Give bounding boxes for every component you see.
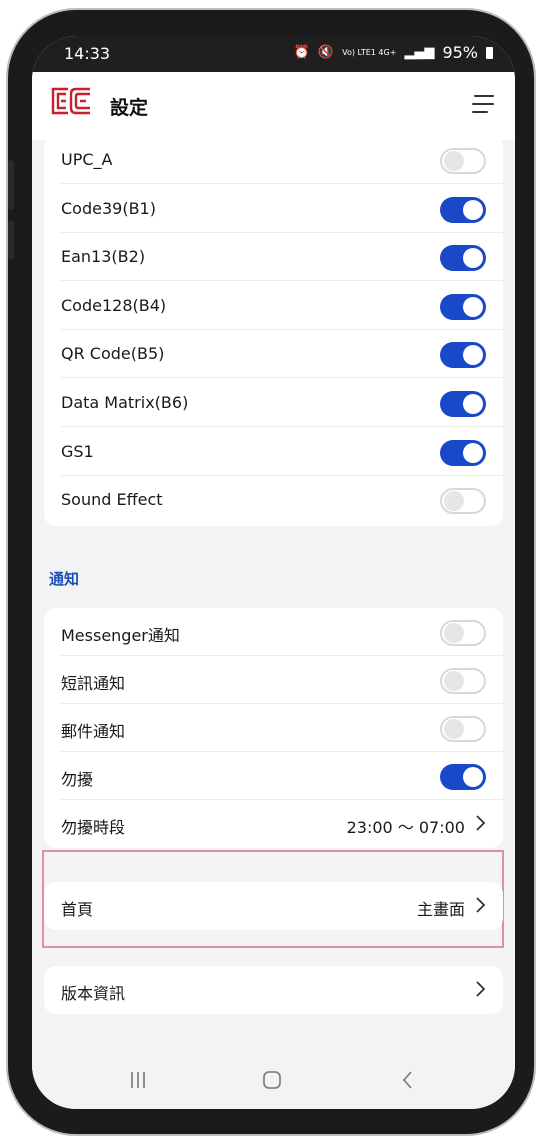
status-time: 14:33 [64, 44, 111, 63]
signal-icon: ▂▄▆ [404, 45, 435, 60]
setting-row-3[interactable]: 勿擾 [44, 752, 503, 800]
toggle-switch[interactable] [440, 620, 486, 646]
toggle-knob [463, 394, 483, 414]
setting-label: Sound Effect [61, 490, 163, 510]
chevron-right-icon [476, 897, 486, 913]
menu-icon[interactable] [469, 90, 497, 118]
toggle-switch[interactable] [440, 488, 486, 515]
toggle-knob [463, 248, 483, 269]
toggle-switch[interactable] [440, 245, 486, 272]
system-nav-bar [32, 1051, 515, 1109]
volume-button [8, 160, 14, 210]
barcode-settings-card: UPC_A Code39(B1) Ean13(B2) Code128(B4) QR Co… [44, 136, 503, 526]
setting-row-gs1[interactable]: GS1 [44, 428, 503, 476]
setting-row-messenger[interactable]: Messenger通知 [44, 608, 503, 656]
setting-row-upc-a[interactable]: UPC_A [44, 136, 503, 184]
alarm-icon: ⏰ [293, 45, 310, 60]
setting-label: 郵件通知 [61, 722, 126, 741]
page-title: 設定 [110, 97, 149, 119]
dnd-period-label: 勿擾時段 [61, 818, 126, 837]
dnd-period-value: 23:00 ～ 07:00 [346, 818, 465, 837]
version-info-card[interactable]: 版本資訊 [44, 966, 503, 1014]
setting-row-data-matrix-b6[interactable]: Data Matrix(B6) [44, 379, 503, 427]
toggle-knob [444, 623, 464, 643]
toggle-switch[interactable] [440, 716, 486, 742]
setting-row-code39-b1[interactable]: Code39(B1) [44, 185, 503, 233]
mute-icon: 🔇 [317, 45, 335, 60]
toggle-knob [444, 151, 464, 171]
toggle-switch[interactable] [440, 293, 486, 320]
toggle-knob [444, 491, 464, 512]
toggle-switch[interactable] [440, 668, 486, 694]
setting-label: Messenger通知 [61, 626, 180, 645]
setting-label: QR Code(B5) [61, 344, 165, 364]
toggle-switch[interactable] [440, 342, 486, 369]
notification-settings-card: Messenger通知 短訊通知郵件通知勿擾勿擾時段 23:00 ～ 07:00 [44, 608, 503, 848]
home-page-label: 首頁 [61, 900, 94, 919]
setting-row-2[interactable]: 郵件通知 [44, 704, 503, 752]
home-page-card[interactable]: 首頁 主畫面 [44, 882, 503, 930]
notifications-section-title: 通知 [49, 570, 80, 588]
status-bar: 14:33 ⏰ 🔇 Vo) LTE1 4G+ ▂▄▆ 95% [32, 36, 515, 72]
setting-label: Ean13(B2) [61, 247, 146, 267]
chevron-right-icon [476, 815, 486, 831]
app-bar: 設定 [32, 72, 515, 140]
toggle-knob [463, 767, 483, 787]
toggle-knob [463, 296, 483, 317]
toggle-knob [444, 719, 464, 739]
signal-text: Vo) LTE1 4G+ [342, 48, 397, 57]
settings-content: UPC_A Code39(B1) Ean13(B2) Code128(B4) QR Co… [32, 136, 515, 1040]
version-info-label: 版本資訊 [61, 984, 126, 1003]
setting-row-1[interactable]: 短訊通知 [44, 656, 503, 704]
battery-icon [486, 46, 493, 59]
setting-label: UPC_A [61, 150, 113, 169]
toggle-switch[interactable] [440, 439, 486, 466]
battery-level: 95% [442, 43, 478, 62]
setting-label: 勿擾 [61, 770, 94, 789]
recent-apps-icon[interactable] [126, 1069, 150, 1091]
setting-label: Code39(B1) [61, 198, 156, 218]
dnd-period-row[interactable]: 勿擾時段 23:00 ～ 07:00 [44, 800, 503, 848]
toggle-switch[interactable] [440, 391, 486, 417]
setting-label: 短訊通知 [61, 674, 126, 693]
setting-row-sound-effect[interactable]: Sound Effect [44, 476, 503, 524]
status-icons: ⏰ 🔇 Vo) LTE1 4G+ ▂▄▆ 95% [294, 43, 493, 62]
toggle-knob [463, 199, 483, 220]
back-icon[interactable] [396, 1069, 420, 1091]
setting-row-ean13-b2[interactable]: Ean13(B2) [44, 233, 503, 282]
toggle-knob [463, 345, 483, 366]
toggle-knob [463, 442, 483, 463]
setting-row-code128-b4[interactable]: Code128(B4) [44, 282, 503, 330]
home-page-value: 主畫面 [416, 900, 465, 919]
toggle-switch[interactable] [440, 764, 486, 790]
power-button [8, 220, 14, 260]
home-icon[interactable] [260, 1069, 284, 1091]
screen: 14:33 ⏰ 🔇 Vo) LTE1 4G+ ▂▄▆ 95% 設定 UPC_A … [32, 36, 515, 1109]
setting-label: Data Matrix(B6) [61, 393, 189, 412]
home-page-row[interactable]: 首頁 主畫面 [44, 882, 503, 930]
setting-label: Code128(B4) [61, 295, 167, 315]
toggle-knob [444, 671, 464, 691]
ec-logo-icon [51, 87, 90, 115]
version-info-row[interactable]: 版本資訊 [44, 966, 503, 1014]
toggle-switch[interactable] [440, 196, 486, 223]
toggle-switch[interactable] [440, 148, 486, 174]
setting-label: GS1 [61, 441, 94, 461]
chevron-right-icon [476, 981, 486, 997]
setting-row-qr-code-b5[interactable]: QR Code(B5) [44, 330, 503, 379]
